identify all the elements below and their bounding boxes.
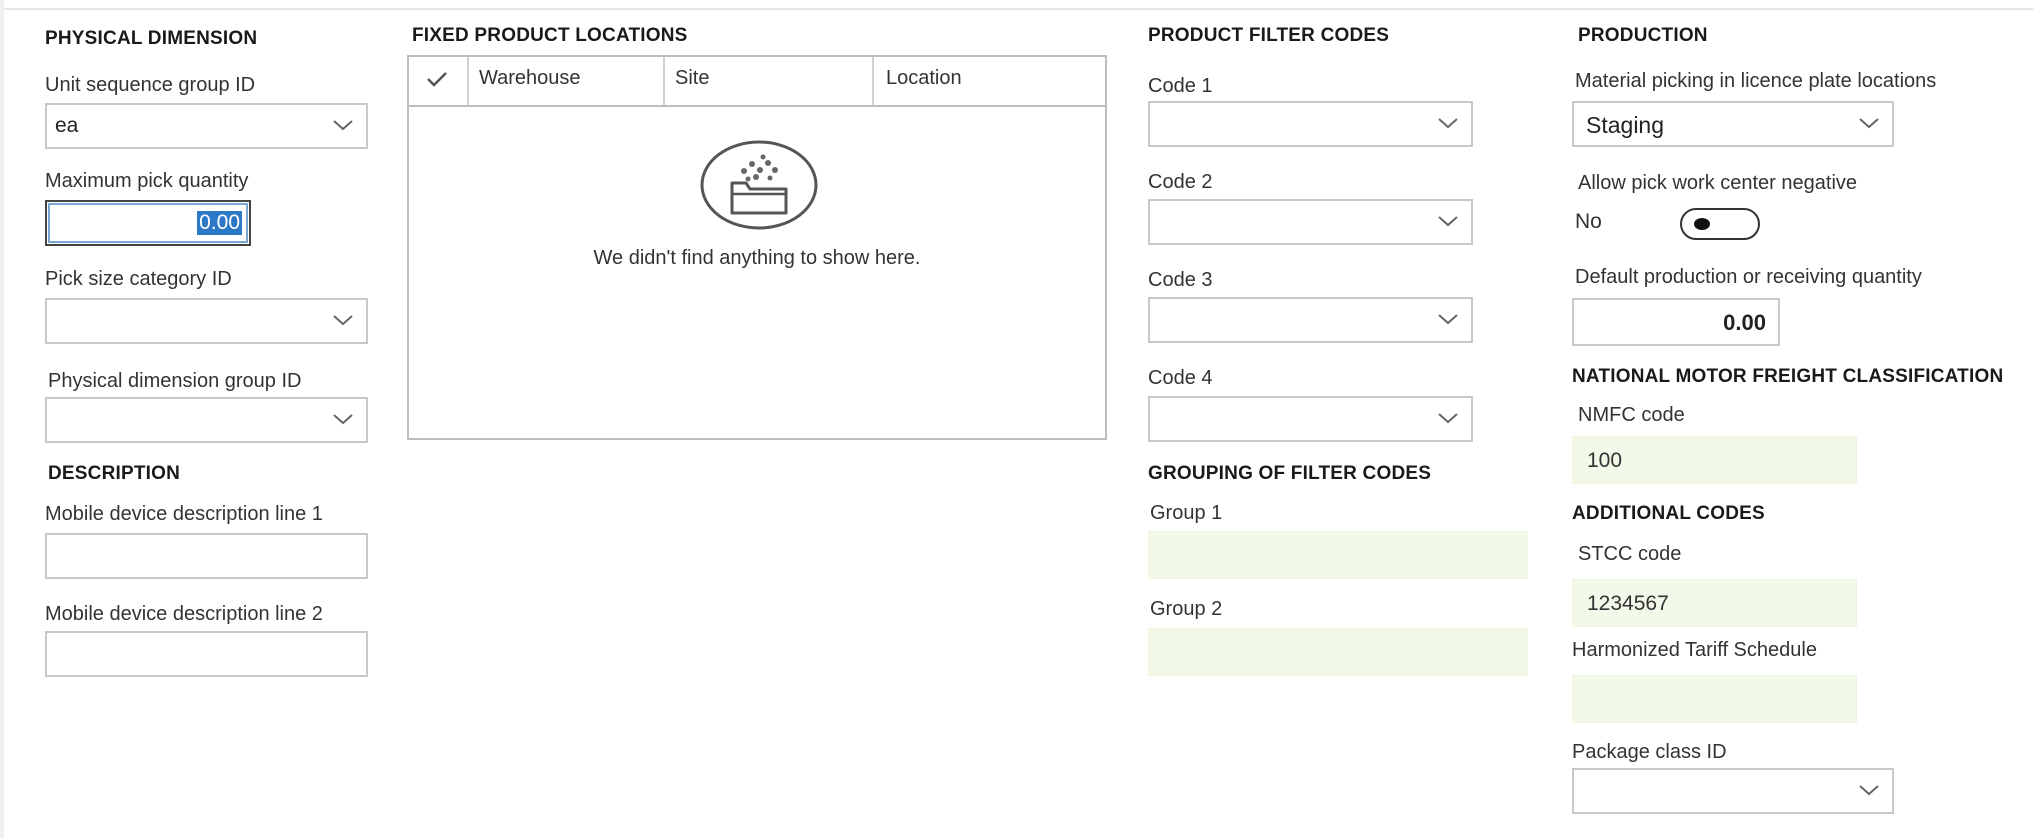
section-heading-nmfc: NATIONAL MOTOR FREIGHT CLASSIFICATION (1572, 366, 2004, 387)
maximum-pick-quantity-value: 0.00 (197, 211, 242, 235)
package-class-id-select[interactable] (1572, 768, 1894, 814)
nmfc-code-value: 100 (1587, 449, 1623, 472)
stcc-code-label: STCC code (1578, 543, 1682, 565)
section-heading-description: DESCRIPTION (48, 463, 181, 484)
section-heading-product-filter-codes: PRODUCT FILTER CODES (1148, 25, 1390, 46)
default-quantity-label: Default production or receiving quantity (1575, 266, 1922, 288)
maximum-pick-quantity-label: Maximum pick quantity (45, 170, 249, 192)
chevron-down-icon (332, 313, 354, 327)
group-2-label: Group 2 (1150, 598, 1223, 620)
empty-folder-icon (699, 139, 819, 236)
toggle-knob (1694, 218, 1710, 230)
harmonized-tariff-schedule-label: Harmonized Tariff Schedule (1572, 639, 1817, 661)
chevron-down-icon (1437, 214, 1459, 228)
empty-state-message: We didn't find anything to show here. (593, 247, 921, 269)
mobile-description-line-1-label: Mobile device description line 1 (45, 503, 323, 525)
code-3-label: Code 3 (1148, 269, 1213, 291)
default-quantity-value: 0.00 (1723, 310, 1766, 335)
checkmark-icon (425, 72, 449, 94)
unit-sequence-group-id-label: Unit sequence group ID (45, 74, 256, 96)
column-header-site[interactable]: Site (665, 57, 874, 105)
code-4-label: Code 4 (1148, 367, 1213, 389)
top-border (0, 0, 2033, 10)
chevron-down-icon (332, 118, 354, 132)
package-class-id-label: Package class ID (1572, 741, 1727, 763)
mobile-description-line-2-label: Mobile device description line 2 (45, 603, 323, 625)
default-quantity-input[interactable]: 0.00 (1572, 298, 1780, 346)
unit-sequence-group-id-value: ea (55, 114, 79, 137)
select-all-checkbox[interactable] (409, 57, 469, 105)
pick-size-category-id-select[interactable] (45, 298, 368, 344)
grid-header-row: Warehouse Site Location (409, 57, 1105, 107)
allow-negative-state-text: No (1575, 210, 1602, 233)
stcc-code-field: 1234567 (1572, 579, 1857, 627)
section-heading-physical-dimension: PHYSICAL DIMENSION (45, 28, 258, 49)
allow-negative-toggle[interactable] (1680, 208, 1760, 240)
code-3-select[interactable] (1148, 297, 1473, 343)
maximum-pick-quantity-input[interactable]: 0.00 (45, 200, 251, 246)
mobile-description-line-1-input[interactable] (45, 533, 368, 579)
column-header-location[interactable]: Location (874, 57, 1105, 105)
group-1-field (1148, 531, 1528, 579)
harmonized-tariff-schedule-field (1572, 675, 1857, 723)
fixed-product-locations-grid: Warehouse Site Location We didn't find a… (407, 55, 1107, 440)
group-1-label: Group 1 (1150, 502, 1223, 524)
material-picking-label: Material picking in licence plate locati… (1575, 70, 1937, 92)
section-heading-additional-codes: ADDITIONAL CODES (1572, 503, 1765, 524)
unit-sequence-group-id-select[interactable]: ea (45, 103, 368, 149)
chevron-down-icon (1437, 411, 1459, 425)
chevron-down-icon (1437, 312, 1459, 326)
chevron-down-icon (1437, 116, 1459, 130)
code-1-select[interactable] (1148, 101, 1473, 147)
chevron-down-icon (1858, 783, 1880, 797)
section-heading-fixed-product-locations: FIXED PRODUCT LOCATIONS (412, 25, 688, 46)
pick-size-category-id-label: Pick size category ID (45, 268, 232, 290)
physical-dimension-group-id-label: Physical dimension group ID (48, 370, 302, 392)
nmfc-code-field: 100 (1572, 436, 1857, 484)
code-2-select[interactable] (1148, 199, 1473, 245)
material-picking-select[interactable]: Staging (1572, 101, 1894, 147)
physical-dimension-group-id-select[interactable] (45, 397, 368, 443)
nmfc-code-label: NMFC code (1578, 404, 1685, 426)
code-1-label: Code 1 (1148, 75, 1213, 97)
group-2-field (1148, 628, 1528, 676)
column-header-warehouse[interactable]: Warehouse (469, 57, 665, 105)
left-border (0, 0, 4, 838)
chevron-down-icon (332, 412, 354, 426)
section-heading-grouping-of-filter-codes: GROUPING OF FILTER CODES (1148, 463, 1432, 484)
material-picking-value: Staging (1586, 112, 1665, 138)
code-4-select[interactable] (1148, 396, 1473, 442)
stcc-code-value: 1234567 (1587, 592, 1669, 615)
chevron-down-icon (1858, 116, 1880, 130)
code-2-label: Code 2 (1148, 171, 1213, 193)
mobile-description-line-2-input[interactable] (45, 631, 368, 677)
section-heading-production: PRODUCTION (1578, 25, 1708, 46)
allow-negative-label: Allow pick work center negative (1578, 172, 1858, 194)
